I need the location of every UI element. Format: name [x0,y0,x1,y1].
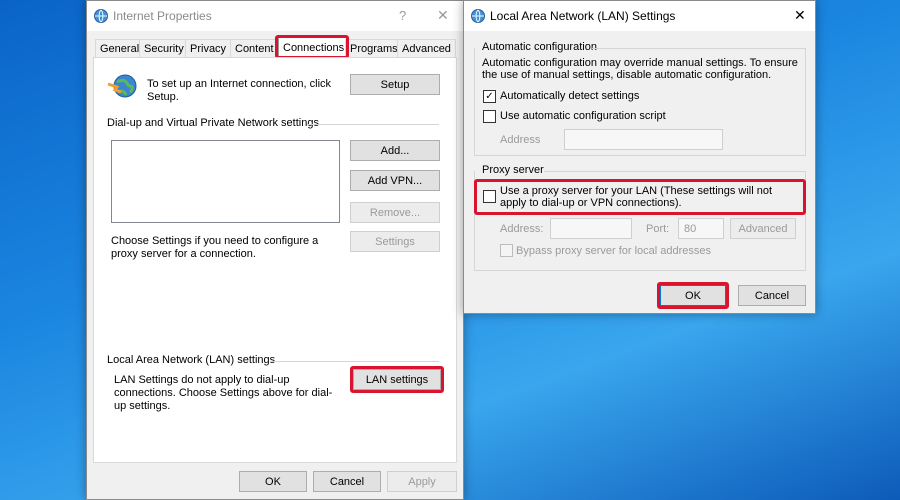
proxy-address-input[interactable] [550,218,632,239]
lan-title-bar: Local Area Network (LAN) Settings ✕ [464,1,815,31]
advanced-button[interactable]: Advanced [730,218,796,239]
script-address-input[interactable] [564,129,723,150]
lan-settings-button[interactable]: LAN settings [353,369,441,390]
add-button[interactable]: Add... [350,140,440,161]
auto-config-group-divider [592,48,806,49]
proxy-address-label: Address: [500,223,544,235]
script-address-label: Address [500,134,541,146]
auto-detect-checkbox[interactable]: ✓ [483,90,496,103]
settings-button[interactable]: Settings [350,231,440,252]
dialup-group-label: Dial-up and Virtual Private Network sett… [107,117,319,129]
use-script-checkbox[interactable] [483,110,496,123]
lan-group-label: Local Area Network (LAN) settings [107,354,276,366]
setup-button[interactable]: Setup [350,74,440,95]
port-value: 80 [684,223,697,235]
lan-settings-dialog: Local Area Network (LAN) Settings ✕ Auto… [463,0,816,314]
ok-button[interactable]: OK [239,471,307,492]
lan-cancel-button[interactable]: Cancel [738,285,806,306]
use-script-label: Use automatic configuration script [500,110,666,122]
globe-connection-icon [107,74,137,98]
auto-detect-label: Automatically detect settings [500,90,640,102]
port-input[interactable]: 80 [678,218,724,239]
lan-ok-button[interactable]: OK [660,285,726,306]
close-icon[interactable]: ✕ [437,7,449,24]
lan-group-divider [270,361,439,362]
lan-text: LAN Settings do not apply to dial-up con… [114,374,333,412]
remove-button[interactable]: Remove... [350,202,440,223]
tab-general[interactable]: General [95,39,145,57]
title-bar: Internet Properties ? ✕ [87,1,463,31]
tab-content[interactable]: Content [230,39,279,57]
checkmark-icon: ✓ [485,90,494,102]
proxy-group-divider [544,171,806,172]
setup-text: To set up an Internet connection, click … [147,78,332,103]
tab-programs[interactable]: Programs [345,39,403,57]
bypass-local-label: Bypass proxy server for local addresses [516,245,712,257]
bypass-local-checkbox[interactable] [500,244,513,257]
internet-options-icon [94,9,108,23]
dialup-group-divider [307,124,439,125]
lan-window-title: Local Area Network (LAN) Settings [490,9,676,23]
tab-privacy[interactable]: Privacy [185,39,232,57]
tab-connections[interactable]: Connections [278,37,350,58]
connections-panel: To set up an Internet connection, click … [93,57,457,463]
lan-close-icon[interactable]: ✕ [794,7,806,24]
use-proxy-label: Use a proxy server for your LAN (These s… [500,185,773,209]
help-icon[interactable]: ? [399,8,406,23]
add-vpn-button[interactable]: Add VPN... [350,170,440,191]
tab-security[interactable]: Security [139,39,189,57]
use-proxy-checkbox[interactable] [483,190,496,203]
apply-button[interactable]: Apply [387,471,457,492]
internet-properties-dialog: Internet Properties ? ✕ General Security… [86,0,464,500]
auto-config-description: Automatic configuration may override man… [482,57,798,81]
tab-advanced[interactable]: Advanced [397,39,456,57]
window-title: Internet Properties [113,9,212,23]
internet-options-icon [471,9,485,23]
cancel-button[interactable]: Cancel [313,471,381,492]
port-label: Port: [646,223,670,235]
settings-text: Choose Settings if you need to configure… [111,235,319,260]
connections-listbox[interactable] [111,140,340,223]
